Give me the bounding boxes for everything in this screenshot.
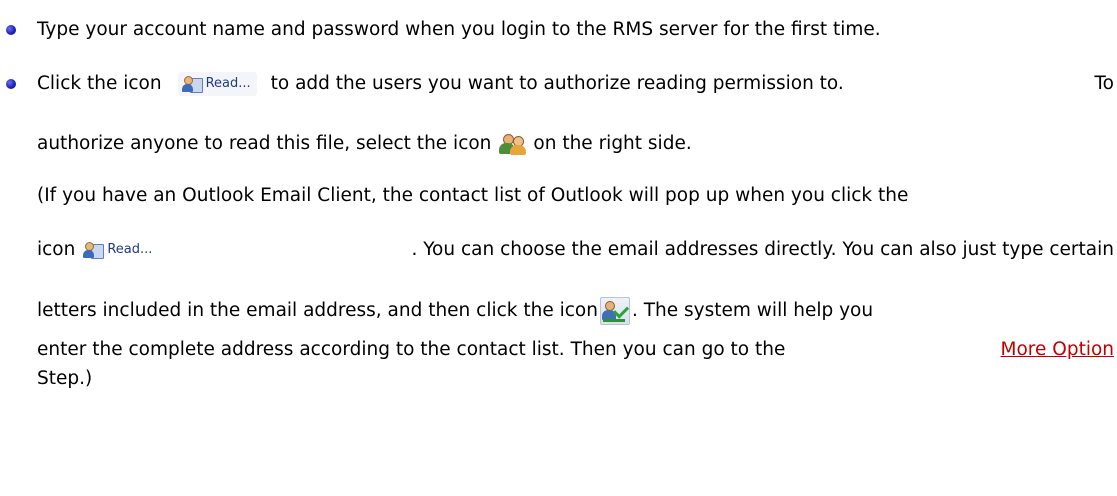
text-outlook-note: (If you have an Outlook Email Client, th…	[37, 185, 909, 206]
instruction-login: Type your account name and password when…	[37, 17, 881, 43]
text-step: Step.)	[37, 368, 93, 389]
bullet-marker	[6, 79, 16, 89]
paragraph-line-5: letters included in the email address, a…	[37, 297, 1114, 325]
book-person-icon	[181, 75, 203, 93]
more-option-link[interactable]: More Option	[1001, 337, 1114, 363]
text-complete-address: enter the complete address according to …	[37, 339, 786, 360]
text-right-side: on the right side.	[533, 133, 692, 154]
read-button-icon: Read...	[79, 238, 158, 262]
group-users-icon	[499, 132, 527, 156]
paragraph-line-3: (If you have an Outlook Email Client, th…	[37, 183, 908, 209]
check-names-icon	[599, 297, 630, 325]
paragraph-line-6: enter the complete address according to …	[37, 337, 1114, 363]
text-icon: icon	[37, 239, 76, 260]
paragraph-line-7: Step.)	[37, 366, 92, 392]
read-button-label: Read...	[205, 76, 251, 91]
text-to: To	[1094, 73, 1114, 94]
read-button-icon: Read...	[177, 72, 257, 96]
read-button-label: Read...	[107, 242, 153, 257]
paragraph-line-1: Click the icon Read... to add the users …	[37, 71, 1114, 97]
text-add-users: to add the users you want to authorize r…	[270, 73, 844, 94]
instruction-login-text: Type your account name and password when…	[37, 19, 881, 40]
paragraph-line-4: icon Read... . You can choose the email …	[37, 237, 1114, 263]
book-person-icon	[83, 241, 105, 259]
paragraph-line-2: authorize anyone to read this file, sele…	[37, 131, 692, 157]
text-choose-addresses: . You can choose the email addresses dir…	[411, 239, 1114, 260]
bullet-marker	[6, 25, 16, 35]
text-click-the-icon: Click the icon	[37, 73, 162, 94]
text-system-help: . The system will help you	[631, 300, 874, 321]
text-letters-included: letters included in the email address, a…	[37, 300, 598, 321]
text-authorize-anyone: authorize anyone to read this file, sele…	[37, 133, 492, 154]
